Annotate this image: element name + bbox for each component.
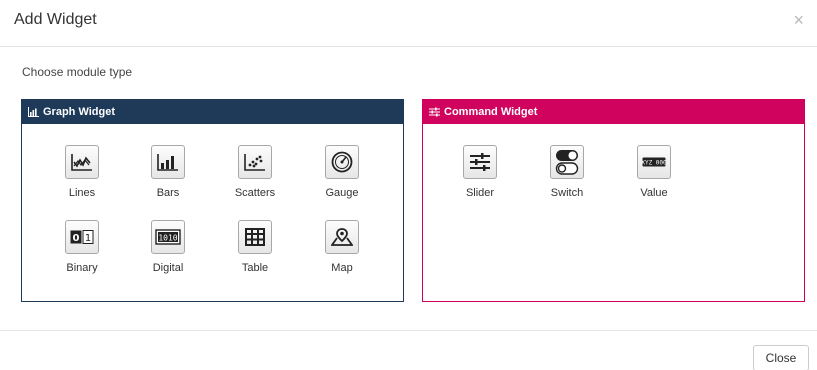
widget-gauge[interactable]: Gauge (307, 145, 377, 215)
gauge-icon (325, 145, 359, 179)
close-button[interactable]: Close (753, 345, 809, 370)
widget-label: Value (640, 187, 668, 199)
scatter-chart-icon (238, 145, 272, 179)
widget-switch[interactable]: Switch (532, 145, 602, 215)
table-icon (238, 220, 272, 254)
widget-label: Bars (156, 187, 180, 199)
widget-label: Gauge (325, 187, 359, 199)
widget-binary[interactable]: 01 Binary (47, 220, 117, 290)
sliders-icon (428, 106, 440, 118)
command-widget-header: Command Widget (423, 100, 804, 124)
svg-text:XYZ 000: XYZ 000 (642, 160, 666, 167)
command-widget-title: Command Widget (444, 106, 538, 118)
svg-text:1: 1 (85, 233, 91, 244)
map-pin-icon (325, 220, 359, 254)
bar-chart-icon (27, 106, 39, 118)
widget-slider[interactable]: Slider (445, 145, 515, 215)
widget-label: Map (331, 262, 353, 274)
widget-label: Slider (465, 187, 495, 199)
graph-widget-header: Graph Widget (22, 100, 403, 124)
modal-footer-divider (0, 330, 817, 331)
widget-scatters[interactable]: Scatters (220, 145, 290, 215)
widget-lines[interactable]: Lines (47, 145, 117, 215)
widget-bars[interactable]: Bars (133, 145, 203, 215)
widget-digital[interactable]: 1010 Digital (133, 220, 203, 290)
graph-widget-title: Graph Widget (43, 106, 116, 118)
widget-label: Scatters (234, 187, 276, 199)
svg-text:0: 0 (73, 233, 80, 244)
modal-header: Add Widget × (0, 0, 817, 47)
bars-chart-icon (151, 145, 185, 179)
slider-icon (463, 145, 497, 179)
widget-table[interactable]: Table (220, 220, 290, 290)
switch-icon (550, 145, 584, 179)
widget-value[interactable]: XYZ 000 Value (619, 145, 689, 215)
command-widget-panel: Command Widget Slider Switch XYZ 000 Val… (422, 99, 805, 302)
widget-label: Switch (550, 187, 584, 199)
module-type-prompt: Choose module type (22, 65, 133, 79)
widget-map[interactable]: Map (307, 220, 377, 290)
digital-icon: 1010 (151, 220, 185, 254)
lines-chart-icon (65, 145, 99, 179)
value-icon: XYZ 000 (637, 145, 671, 179)
close-icon[interactable]: × (793, 11, 804, 29)
widget-label: Table (241, 262, 269, 274)
modal-title: Add Widget (14, 11, 97, 28)
binary-icon: 01 (65, 220, 99, 254)
widget-label: Digital (152, 262, 184, 274)
svg-text:1010: 1010 (158, 234, 177, 243)
widget-label: Lines (68, 187, 96, 199)
graph-widget-panel: Graph Widget Lines Bars Scatters Gauge 0… (21, 99, 404, 302)
widget-label: Binary (66, 262, 98, 274)
